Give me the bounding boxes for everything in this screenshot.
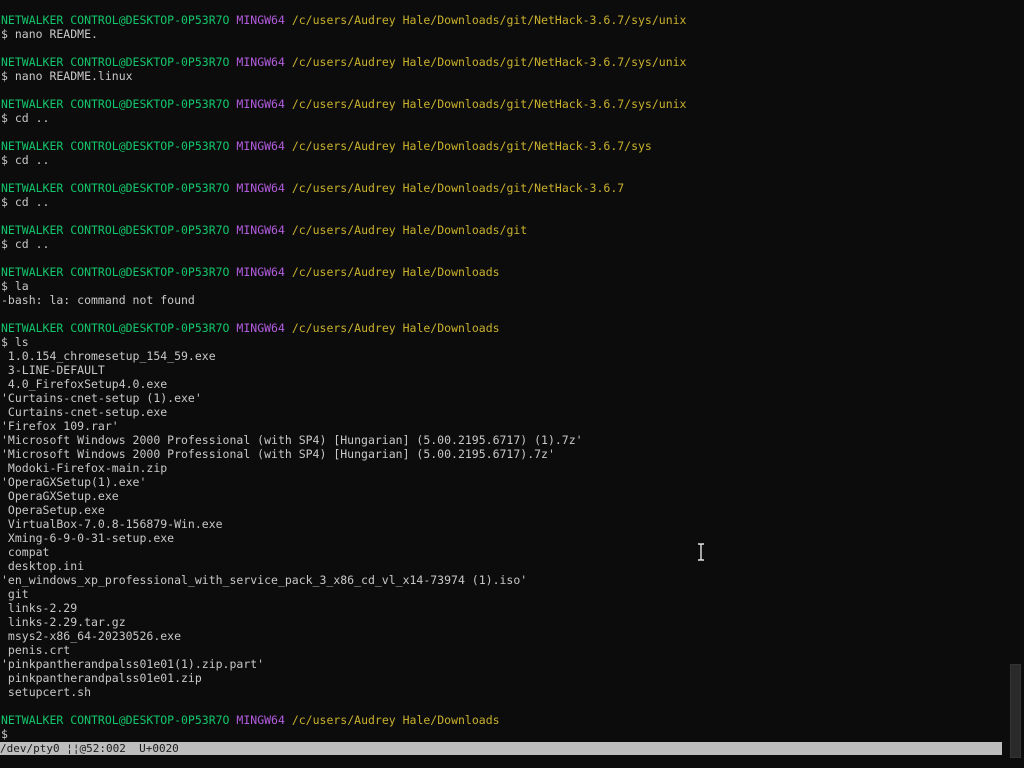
output-line: penis.crt	[1, 643, 71, 657]
prompt-path: /c/users/Audrey Hale/Downloads/git/NetHa…	[291, 181, 625, 195]
text-ibeam-cursor-icon	[698, 543, 704, 561]
prompt-line: NETWALKER CONTROL@DESKTOP-0P53R7O MINGW6…	[1, 223, 1005, 237]
output-line: Xming-6-9-0-31-setup.exe	[1, 531, 175, 545]
output-line: 3-LINE-DEFAULT	[1, 363, 105, 377]
prompt-line: NETWALKER CONTROL@DESKTOP-0P53R7O MINGW6…	[1, 181, 1005, 195]
prompt-line: NETWALKER CONTROL@DESKTOP-0P53R7O MINGW6…	[1, 713, 1005, 727]
output-line: links-2.29	[1, 601, 78, 615]
prompt-user: NETWALKER CONTROL@DESKTOP-0P53R7O	[1, 97, 230, 111]
output-line: $ cd ..	[1, 195, 50, 209]
prompt-line: NETWALKER CONTROL@DESKTOP-0P53R7O MINGW6…	[1, 321, 1005, 335]
output-line: $ cd ..	[1, 237, 50, 251]
prompt-system: MINGW64	[236, 713, 285, 727]
output-line: desktop.ini	[1, 559, 85, 573]
prompt-path: /c/users/Audrey Hale/Downloads	[291, 321, 500, 335]
output-line: -bash: la: command not found	[1, 293, 195, 307]
output-line: Curtains-cnet-setup.exe	[1, 405, 168, 419]
output-line: msys2-x86_64-20230526.exe	[1, 629, 182, 643]
output-line: Modoki-Firefox-main.zip	[1, 461, 168, 475]
output-line: 4.0_FirefoxSetup4.0.exe	[1, 377, 168, 391]
prompt-path: /c/users/Audrey Hale/Downloads/git/NetHa…	[291, 97, 687, 111]
output-line: $ ls	[1, 335, 29, 349]
prompt-system: MINGW64	[236, 139, 285, 153]
prompt-system: MINGW64	[236, 55, 285, 69]
prompt-line: NETWALKER CONTROL@DESKTOP-0P53R7O MINGW6…	[1, 55, 1005, 69]
prompt-user: NETWALKER CONTROL@DESKTOP-0P53R7O	[1, 139, 230, 153]
output-line: links-2.29.tar.gz	[1, 615, 126, 629]
prompt-path: /c/users/Audrey Hale/Downloads/git	[291, 223, 528, 237]
terminal-output[interactable]: NETWALKER CONTROL@DESKTOP-0P53R7O MINGW6…	[1, 13, 1005, 741]
output-line: 'OperaGXSetup(1).exe'	[1, 475, 147, 489]
prompt-user: NETWALKER CONTROL@DESKTOP-0P53R7O	[1, 13, 230, 27]
output-line: OperaGXSetup.exe	[1, 489, 119, 503]
output-line: VirtualBox-7.0.8-156879-Win.exe	[1, 517, 223, 531]
output-line: 'Microsoft Windows 2000 Professional (wi…	[1, 433, 583, 447]
prompt-system: MINGW64	[236, 223, 285, 237]
prompt-system: MINGW64	[236, 181, 285, 195]
vertical-scrollbar[interactable]	[1007, 0, 1024, 768]
output-line: OperaSetup.exe	[1, 503, 105, 517]
prompt-user: NETWALKER CONTROL@DESKTOP-0P53R7O	[1, 713, 230, 727]
output-line: 'Curtains-cnet-setup (1).exe'	[1, 391, 202, 405]
prompt-line: NETWALKER CONTROL@DESKTOP-0P53R7O MINGW6…	[1, 139, 1005, 153]
output-line: $ la	[1, 279, 29, 293]
prompt-user: NETWALKER CONTROL@DESKTOP-0P53R7O	[1, 181, 230, 195]
prompt-user: NETWALKER CONTROL@DESKTOP-0P53R7O	[1, 321, 230, 335]
prompt-user: NETWALKER CONTROL@DESKTOP-0P53R7O	[1, 223, 230, 237]
output-line: 'en_windows_xp_professional_with_service…	[1, 573, 528, 587]
prompt-path: /c/users/Audrey Hale/Downloads/git/NetHa…	[291, 55, 687, 69]
prompt-line: NETWALKER CONTROL@DESKTOP-0P53R7O MINGW6…	[1, 97, 1005, 111]
output-line: 1.0.154_chromesetup_154_59.exe	[1, 349, 216, 363]
output-line: setupcert.sh	[1, 685, 92, 699]
prompt-path: /c/users/Audrey Hale/Downloads/git/NetHa…	[291, 13, 687, 27]
output-line: $ nano README.	[1, 27, 98, 41]
output-line: pinkpantherandpalss01e01.zip	[1, 671, 202, 685]
output-line: $ cd ..	[1, 153, 50, 167]
prompt-line: NETWALKER CONTROL@DESKTOP-0P53R7O MINGW6…	[1, 265, 1005, 279]
scrollbar-thumb[interactable]	[1010, 664, 1021, 758]
output-line: compat	[1, 545, 50, 559]
prompt-path: /c/users/Audrey Hale/Downloads	[291, 713, 500, 727]
prompt-system: MINGW64	[236, 13, 285, 27]
prompt-user: NETWALKER CONTROL@DESKTOP-0P53R7O	[1, 55, 230, 69]
prompt-system: MINGW64	[236, 321, 285, 335]
prompt-path: /c/users/Audrey Hale/Downloads	[291, 265, 500, 279]
prompt-user: NETWALKER CONTROL@DESKTOP-0P53R7O	[1, 265, 230, 279]
output-line: git	[1, 587, 29, 601]
output-line: $ nano README.linux	[1, 69, 133, 83]
prompt-path: /c/users/Audrey Hale/Downloads/git/NetHa…	[291, 139, 652, 153]
output-line: 'Firefox 109.rar'	[1, 419, 119, 433]
status-bar: /dev/pty0 ¦¦@52:002 U+0020	[0, 742, 1002, 755]
output-line: 'pinkpantherandpalss01e01(1).zip.part'	[1, 657, 265, 671]
output-line: $	[1, 727, 8, 741]
prompt-line: NETWALKER CONTROL@DESKTOP-0P53R7O MINGW6…	[1, 13, 1005, 27]
prompt-system: MINGW64	[236, 97, 285, 111]
output-line: 'Microsoft Windows 2000 Professional (wi…	[1, 447, 555, 461]
output-line: $ cd ..	[1, 111, 50, 125]
prompt-system: MINGW64	[236, 265, 285, 279]
